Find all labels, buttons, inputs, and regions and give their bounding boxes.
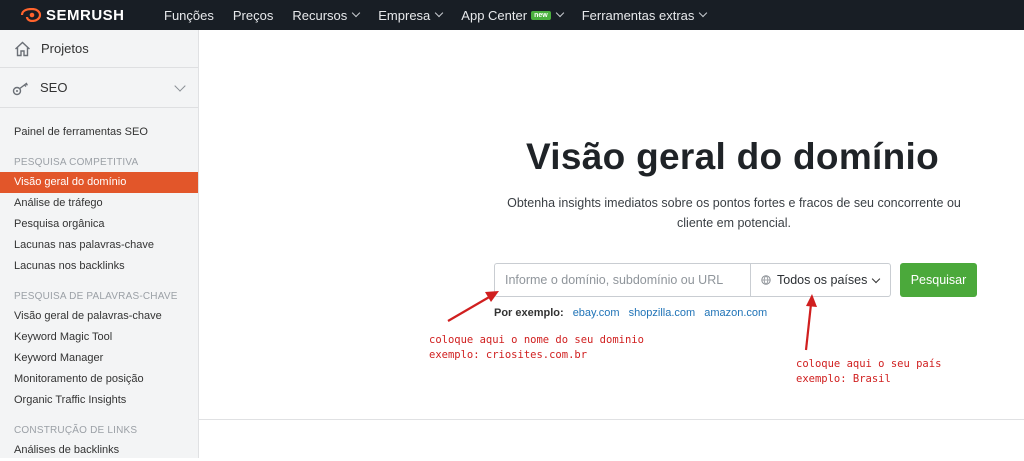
nav-item-fun-es[interactable]: Funções: [164, 8, 214, 23]
sidebar-item[interactable]: Keyword Magic Tool: [0, 327, 198, 348]
top-navigation-bar: SEMRUSH Funções Preços Recursos Empresa App …: [0, 0, 1024, 30]
chevron-down-icon: [872, 274, 881, 283]
logo-text: SEMRUSH: [46, 6, 125, 24]
home-icon: [15, 41, 30, 56]
sidebar-menu: Painel de ferramentas SEO PESQUISA COMPET…: [0, 108, 198, 461]
nav-item-label: Funções: [164, 7, 214, 23]
nav-item-label: Recursos: [292, 7, 348, 23]
main-content: Visão geral do domínio Obtenha insights …: [199, 30, 1024, 458]
sidebar-section-heading: CONSTRUÇÃO DE LINKS: [14, 425, 138, 436]
content-divider: [199, 419, 1024, 420]
domain-search-input[interactable]: [495, 264, 750, 296]
country-annotation-line2: exemplo: Brasil: [796, 373, 891, 385]
country-select-value: Todos os países: [777, 273, 868, 287]
domain-arrow-icon: [447, 291, 499, 322]
new-badge: new: [531, 10, 551, 20]
page-subtitle: Obtenha insights imediatos sobre os pont…: [507, 196, 961, 230]
sidebar-item[interactable]: Keyword Manager: [0, 348, 198, 369]
nav-item-label: Ferramentas extras: [581, 7, 695, 23]
nav-item-label: Preços: [232, 7, 274, 23]
sidebar: Projetos SEO Painel de ferramentas SEO PE…: [0, 30, 199, 458]
nav-item-label: App Center: [461, 7, 528, 23]
sidebar-item[interactable]: Visão geral de palavras-chave: [0, 306, 198, 327]
sidebar-item[interactable]: Lacunas nas palavras-chave: [0, 235, 198, 256]
annotation-arrows: [447, 291, 817, 351]
domain-search-field: [494, 263, 750, 297]
sidebar-item[interactable]: Organic Traffic Insights: [0, 390, 198, 411]
projects-label: Projetos: [41, 41, 89, 56]
search-button[interactable]: Pesquisar: [900, 263, 977, 297]
example-link-ebay[interactable]: ebay.com: [573, 307, 620, 319]
main-nav: Funções Preços Recursos Empresa App Center ne…: [164, 8, 725, 23]
sidebar-section-heading: PESQUISA DE PALAVRAS-CHAVE: [14, 291, 178, 302]
nav-item-ferramentas-extras[interactable]: Ferramentas extras: [581, 7, 708, 23]
chevron-down-icon: [352, 8, 361, 18]
examples-label: Por exemplo:: [494, 307, 564, 319]
chevron-down-icon: [435, 8, 444, 18]
sidebar-item[interactable]: Visão geral do domínio: [0, 172, 198, 193]
nav-item-pre-os[interactable]: Preços: [233, 8, 273, 23]
page-title: Visão geral do domínio: [526, 136, 939, 177]
chevron-down-icon[interactable]: [174, 80, 186, 92]
country-arrow-icon: [804, 294, 817, 351]
sidebar-item[interactable]: Monitoramento de posição: [0, 369, 198, 390]
sidebar-section-heading: PESQUISA COMPETITIVA: [14, 157, 139, 168]
domain-annotation-line2: exemplo: criosites.com.br: [429, 349, 588, 361]
chevron-down-icon: [555, 8, 564, 18]
country-annotation: coloque aqui o seu país exemplo: Brasil: [796, 357, 941, 387]
seo-key-icon: [12, 81, 28, 95]
chevron-down-icon: [699, 8, 708, 18]
sidebar-item-projects[interactable]: Projetos: [0, 30, 198, 68]
sidebar-item[interactable]: Análise de tráfego: [0, 193, 198, 214]
semrush-flame-icon: [20, 8, 42, 22]
country-select[interactable]: Todos os países: [750, 263, 891, 297]
nav-item-empresa[interactable]: Empresa: [378, 7, 444, 23]
domain-annotation: coloque aqui o nome do seu dominio exemp…: [429, 333, 644, 363]
example-link-shopzilla[interactable]: shopzilla.com: [629, 307, 696, 319]
seo-label: SEO: [40, 80, 68, 95]
sidebar-item[interactable]: Pesquisa orgânica: [0, 214, 198, 235]
semrush-logo[interactable]: SEMRUSH: [20, 7, 160, 24]
sidebar-item[interactable]: Painel de ferramentas SEO: [0, 122, 198, 143]
country-annotation-line1: coloque aqui o seu país: [796, 358, 942, 370]
globe-icon: [761, 275, 771, 285]
sidebar-section-seo[interactable]: SEO: [0, 68, 198, 108]
sidebar-item[interactable]: Lacunas nos backlinks: [0, 256, 198, 277]
nav-item-label: Empresa: [378, 7, 431, 23]
domain-annotation-line1: coloque aqui o nome do seu dominio: [429, 334, 644, 346]
nav-item-recursos[interactable]: Recursos: [292, 7, 361, 23]
nav-item-app-center[interactable]: App Center new: [461, 7, 564, 23]
example-link-amazon[interactable]: amazon.com: [704, 307, 767, 319]
examples-row: Por exemplo: ebay.com shopzilla.com amaz…: [494, 307, 776, 319]
